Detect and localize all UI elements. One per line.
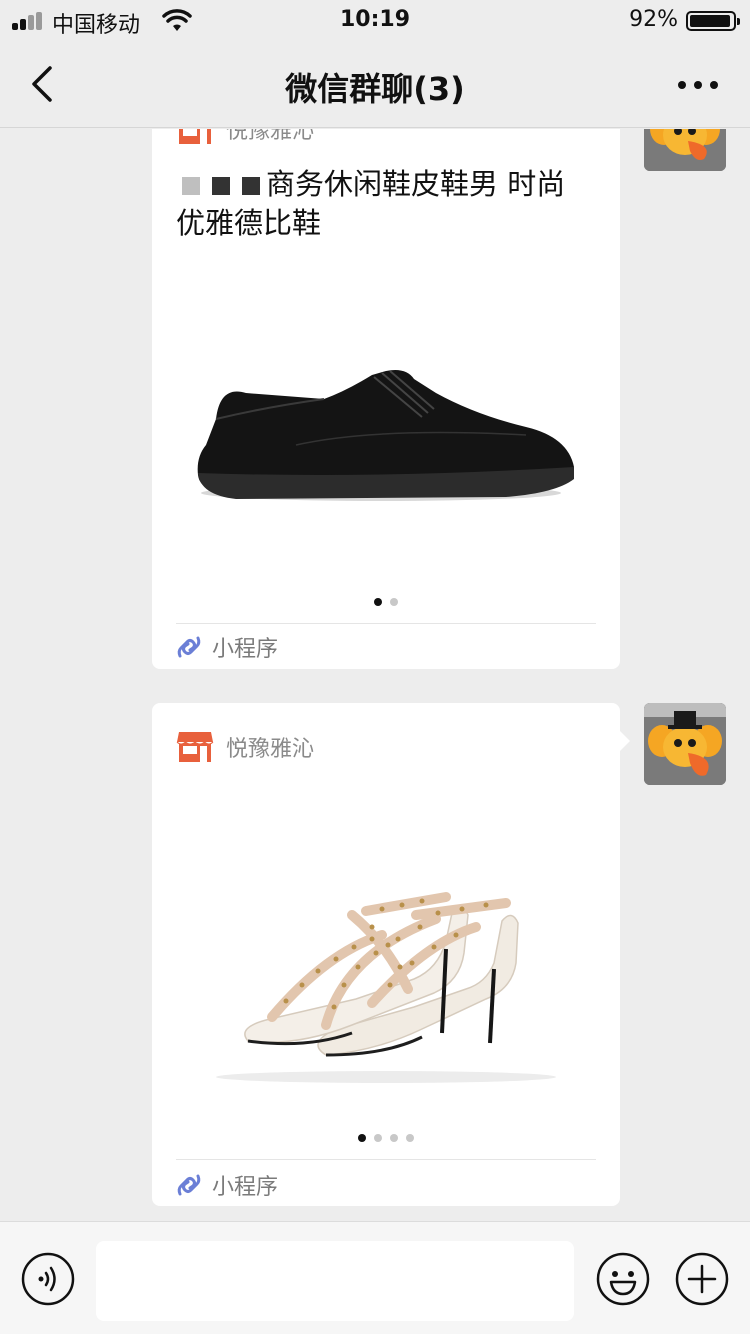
shop-row: 悦豫雅沁 bbox=[176, 727, 314, 767]
mini-program-icon bbox=[177, 636, 201, 658]
message-input[interactable] bbox=[96, 1241, 574, 1321]
mini-program-label: 小程序 bbox=[212, 637, 279, 662]
mini-program-row: 小程序 bbox=[176, 631, 278, 663]
carousel-dot[interactable] bbox=[390, 598, 398, 606]
shop-name: 悦豫雅沁 bbox=[226, 737, 315, 762]
carousel-dot[interactable] bbox=[406, 1134, 414, 1142]
carousel-dots[interactable] bbox=[152, 1127, 620, 1146]
battery-icon bbox=[686, 11, 740, 31]
mini-program-card[interactable]: 悦豫雅沁 小程序 bbox=[152, 703, 630, 1206]
carousel-dot[interactable] bbox=[390, 1134, 398, 1142]
product-image bbox=[197, 370, 574, 501]
masked-text bbox=[242, 177, 260, 195]
battery-percent: 92% bbox=[629, 7, 678, 32]
emoji-icon[interactable] bbox=[596, 1252, 650, 1306]
carousel-dots[interactable] bbox=[152, 591, 620, 610]
mini-program-row: 小程序 bbox=[176, 1169, 278, 1201]
mini-program-card[interactable]: 悦豫雅沁 商务休闲鞋皮鞋男 时尚优雅德比鞋 小程序 bbox=[152, 129, 620, 669]
product-image bbox=[216, 892, 556, 1083]
mini-program-icon bbox=[177, 1174, 201, 1196]
status-bar: 中国移动 10:19 92% bbox=[0, 0, 750, 40]
carousel-dot[interactable] bbox=[358, 1134, 366, 1142]
input-bar bbox=[0, 1221, 750, 1334]
shop-icon bbox=[176, 732, 214, 762]
voice-icon[interactable] bbox=[21, 1252, 75, 1306]
carousel-dot[interactable] bbox=[374, 1134, 382, 1142]
masked-text bbox=[212, 177, 230, 195]
more-dots-icon[interactable] bbox=[676, 72, 720, 96]
carousel-dot[interactable] bbox=[374, 598, 382, 606]
chat-area[interactable]: 悦豫雅沁 商务休闲鞋皮鞋男 时尚优雅德比鞋 小程序 悦豫雅沁 小程序 bbox=[0, 129, 750, 1221]
shop-icon bbox=[179, 129, 211, 144]
mini-program-label: 小程序 bbox=[212, 1175, 279, 1200]
bubble-arrow bbox=[620, 731, 630, 751]
plus-icon[interactable] bbox=[675, 1252, 729, 1306]
nav-bar: 微信群聊(3) bbox=[0, 40, 750, 128]
card-divider bbox=[176, 1159, 596, 1160]
page-title: 微信群聊(3) bbox=[285, 70, 465, 108]
product-title-text: 商务休闲鞋皮鞋男 时尚优雅德比鞋 bbox=[176, 167, 566, 240]
shop-name: 悦豫雅沁 bbox=[226, 129, 315, 144]
avatar[interactable] bbox=[644, 703, 726, 785]
shop-row: 悦豫雅沁 bbox=[176, 129, 314, 149]
card-divider bbox=[176, 623, 596, 624]
masked-text bbox=[182, 177, 200, 195]
product-title: 商务休闲鞋皮鞋男 时尚优雅德比鞋 bbox=[176, 165, 590, 243]
avatar[interactable] bbox=[644, 129, 726, 171]
